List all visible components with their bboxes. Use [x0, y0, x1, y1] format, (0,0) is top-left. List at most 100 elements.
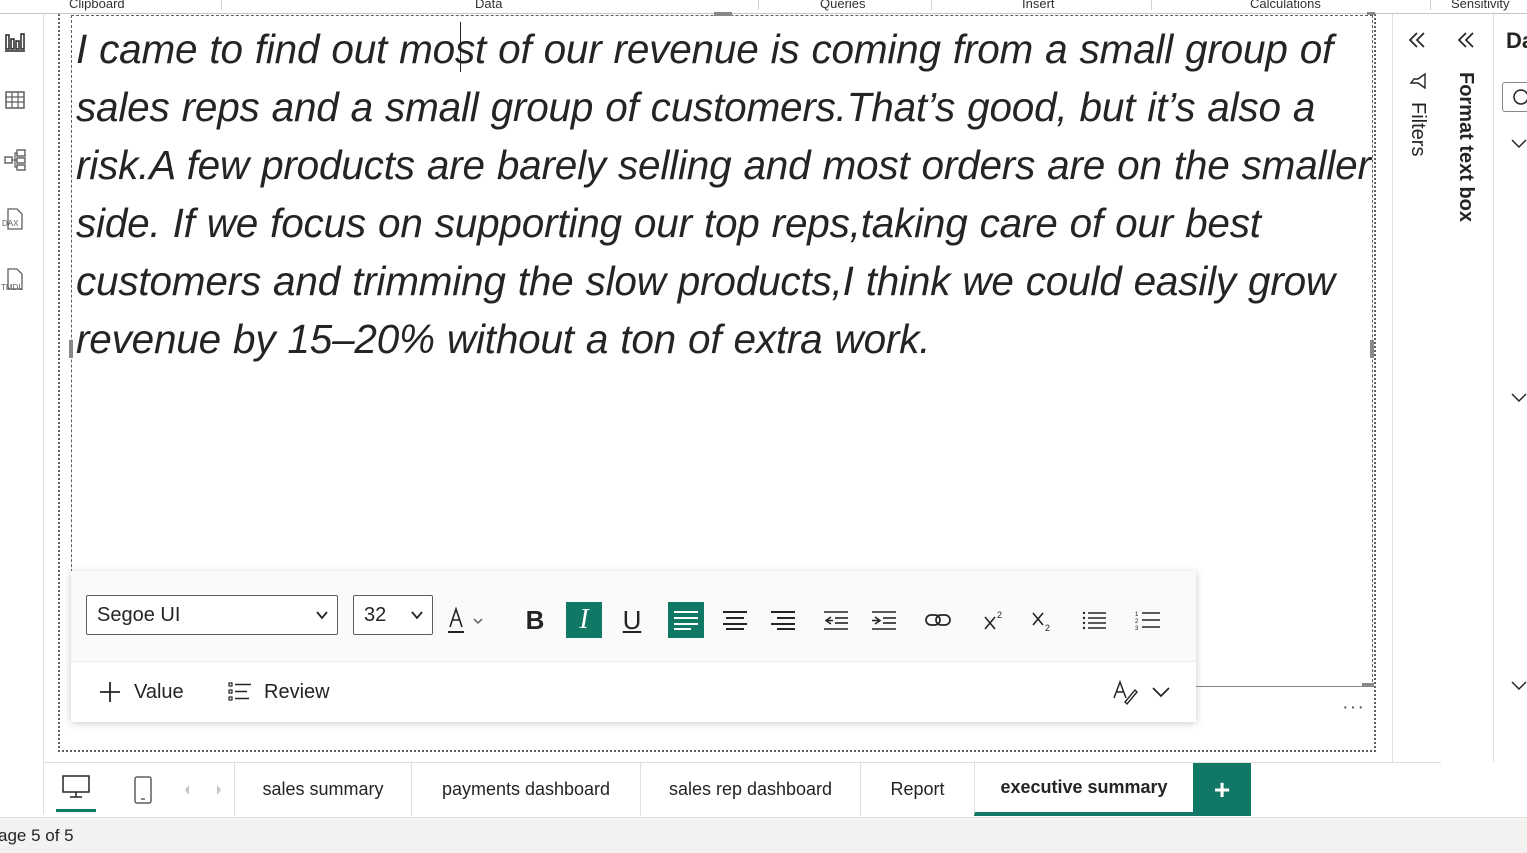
resize-handle-left[interactable] — [69, 340, 73, 358]
ribbon-group-data: Data — [475, 0, 503, 11]
font-color-icon — [448, 606, 483, 633]
add-value-button[interactable]: Value — [98, 662, 184, 722]
text-box-bottom-edge — [1196, 686, 1366, 687]
data-search-input[interactable] — [1502, 82, 1527, 112]
format-controls-row: Segoe UI 32 B I U 2 2 1 2 3 — [71, 571, 1196, 661]
underline-button[interactable]: U — [614, 602, 650, 638]
status-bar: age 5 of 5 — [0, 817, 1527, 853]
align-left-button[interactable] — [668, 602, 704, 638]
format-text-box-label[interactable]: Format text box — [1454, 72, 1477, 222]
chevron-down-icon — [1511, 393, 1527, 403]
expand-format-button[interactable] — [1456, 30, 1476, 54]
bulleted-list-button[interactable] — [1076, 602, 1112, 638]
scroll-tabs-left-button[interactable] — [180, 763, 194, 817]
mobile-icon — [134, 776, 152, 804]
tab-payments-dashboard[interactable]: payments dashboard — [411, 763, 640, 816]
tab-report[interactable]: Report — [860, 763, 974, 816]
dax-query-icon: DAX — [2, 208, 23, 230]
ribbon-group-calculations: Calculations — [1250, 0, 1321, 11]
chevron-down-icon — [1152, 687, 1170, 698]
tab-sales-rep-dashboard[interactable]: sales rep dashboard — [640, 763, 860, 816]
ribbon-divider — [758, 0, 759, 10]
align-center-icon — [723, 611, 747, 630]
expand-section-button[interactable] — [1510, 678, 1527, 697]
svg-text:2: 2 — [997, 610, 1002, 620]
dax-label: DAX — [2, 219, 19, 228]
chevron-down-icon — [1511, 139, 1527, 149]
expand-toolbar-button[interactable] — [1151, 662, 1171, 722]
resize-handle-top-right[interactable] — [1367, 12, 1375, 15]
chevron-down-icon — [1511, 681, 1527, 691]
font-family-select[interactable]: Segoe UI — [86, 595, 338, 635]
view-rail: DAX TMDL — [0, 14, 44, 814]
data-pane: Da — [1494, 14, 1527, 762]
svg-text:2: 2 — [1045, 623, 1050, 632]
page-tabs-bar: sales summary payments dashboard sales r… — [44, 762, 1441, 817]
increase-indent-button[interactable] — [866, 602, 902, 638]
scroll-tabs-right-button[interactable] — [212, 763, 226, 817]
ribbon-group-clipboard: Clipboard — [69, 0, 125, 11]
text-caret — [460, 22, 461, 72]
ribbon-group-queries: Queries — [820, 0, 866, 11]
subscript-icon: 2 — [1032, 612, 1050, 632]
text-box-actions-row: Value Review — [71, 661, 1196, 722]
chevron-down-icon — [411, 611, 423, 620]
model-view-button[interactable] — [0, 142, 30, 178]
decrease-indent-button[interactable] — [818, 602, 854, 638]
dax-query-view-button[interactable]: DAX — [0, 202, 30, 238]
subscript-button[interactable]: 2 — [1024, 602, 1060, 638]
font-size-value: 32 — [364, 603, 387, 626]
table-view-icon — [5, 91, 25, 109]
italic-button[interactable]: I — [566, 602, 602, 638]
bold-button[interactable]: B — [517, 602, 553, 638]
align-left-icon — [674, 611, 698, 630]
data-pane-title: Da — [1506, 28, 1527, 53]
plus-icon — [98, 680, 122, 704]
table-view-button[interactable] — [0, 82, 30, 118]
search-icon — [1513, 89, 1527, 105]
text-style-button[interactable] — [1111, 662, 1139, 722]
tmdl-label: TMDL — [1, 283, 23, 292]
ribbon-divider — [221, 0, 222, 10]
report-view-icon — [5, 33, 25, 52]
filter-icon — [1409, 72, 1427, 94]
double-chevron-left-icon — [1408, 32, 1425, 48]
filters-label[interactable]: Filters — [1406, 102, 1429, 156]
increase-indent-icon — [872, 611, 896, 630]
desktop-layout-button[interactable] — [56, 765, 96, 812]
review-button[interactable]: Review — [228, 662, 330, 722]
svg-text:3: 3 — [1135, 626, 1139, 631]
font-color-button[interactable] — [441, 602, 491, 638]
chevron-right-icon — [217, 785, 221, 795]
superscript-button[interactable]: 2 — [976, 602, 1012, 638]
align-right-icon — [771, 611, 795, 630]
report-view-button[interactable] — [0, 24, 30, 60]
expand-section-button[interactable] — [1510, 136, 1527, 155]
align-right-button[interactable] — [765, 602, 801, 638]
add-page-button[interactable]: + — [1193, 763, 1251, 816]
insert-link-button[interactable] — [920, 602, 956, 638]
format-pane-collapsed: Format text box — [1442, 14, 1494, 762]
ribbon-divider — [1430, 0, 1431, 10]
more-options-icon[interactable]: ··· — [1342, 696, 1365, 719]
ribbon-divider — [931, 0, 932, 10]
text-box-content[interactable]: I came to find out most of our revenue i… — [76, 20, 1376, 368]
tmdl-view-button[interactable]: TMDL — [0, 262, 30, 298]
expand-filters-button[interactable] — [1407, 30, 1427, 54]
add-value-label: Value — [134, 680, 184, 703]
tab-executive-summary[interactable]: executive summary — [974, 763, 1193, 816]
ribbon-group-insert: Insert — [1022, 0, 1055, 11]
mobile-layout-button[interactable] — [128, 763, 158, 817]
font-size-select[interactable]: 32 — [353, 595, 433, 635]
link-icon — [925, 614, 951, 626]
tab-sales-summary[interactable]: sales summary — [234, 763, 411, 816]
text-style-icon — [1113, 679, 1138, 706]
resize-handle-top[interactable] — [714, 12, 732, 16]
desktop-icon — [62, 775, 90, 798]
double-chevron-left-icon — [1457, 32, 1474, 48]
align-center-button[interactable] — [717, 602, 753, 638]
expand-section-button[interactable] — [1510, 390, 1527, 409]
review-label: Review — [264, 680, 330, 703]
page-indicator: age 5 of 5 — [0, 826, 74, 845]
numbered-list-button[interactable]: 1 2 3 — [1130, 602, 1166, 638]
